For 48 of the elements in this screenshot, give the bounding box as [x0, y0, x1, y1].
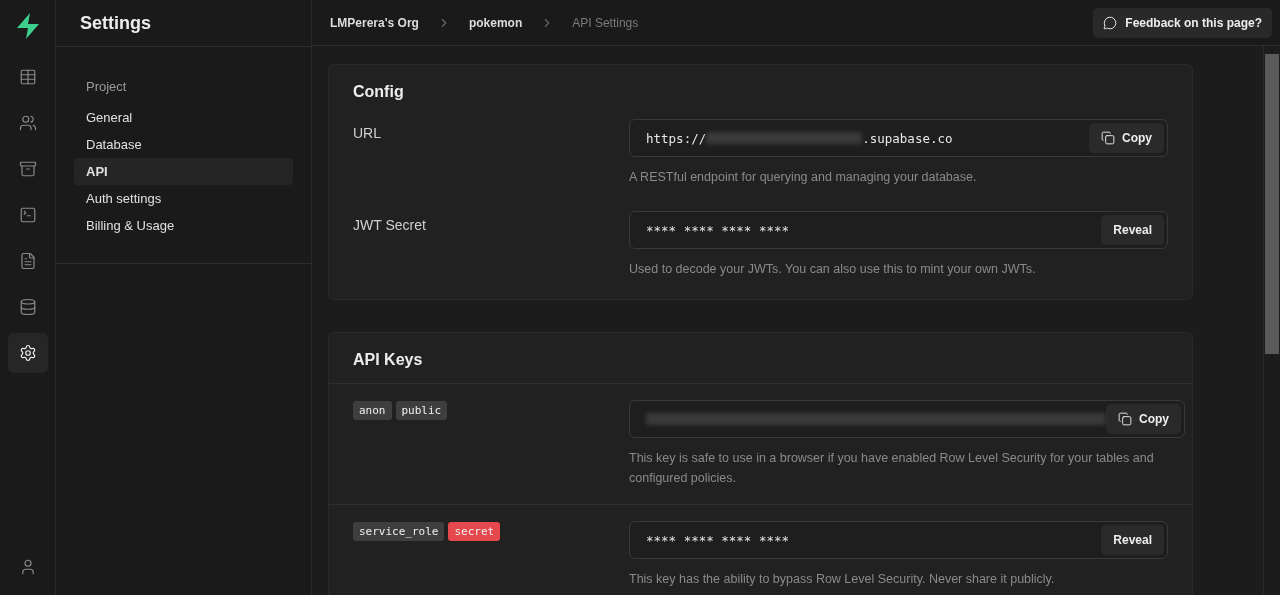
- sidebar-item[interactable]: API: [74, 158, 293, 185]
- table-icon: [18, 68, 37, 86]
- field-label: URL: [353, 124, 382, 143]
- copy-button[interactable]: Copy: [1106, 404, 1181, 434]
- feedback-button[interactable]: Feedback on this page?: [1093, 7, 1272, 38]
- sidebar-item[interactable]: Auth settings: [74, 185, 293, 212]
- reveal-button[interactable]: Reveal: [1101, 525, 1164, 555]
- help-text: This key has the ability to bypass Row Level Security. Never share it publicly.: [629, 571, 1056, 588]
- breadcrumb-link[interactable]: API Settings: [572, 15, 639, 30]
- breadcrumb-link[interactable]: pokemon: [468, 15, 523, 30]
- url-suffix: .supabase.co: [862, 130, 953, 146]
- url-prefix: https://: [646, 130, 707, 146]
- sidebar-item[interactable]: General: [74, 104, 293, 131]
- chat-bubble-icon: [1103, 15, 1118, 30]
- help-text: A RESTful endpoint for querying and managing your database.: [629, 169, 978, 186]
- field-label: JWT Secret: [353, 216, 427, 235]
- terminal-icon: [18, 206, 37, 224]
- users-icon: [18, 114, 37, 132]
- masked-secret: **** **** **** ****: [646, 532, 789, 548]
- nav-button[interactable]: [7, 333, 48, 373]
- sidebar-item[interactable]: Billing & Usage: [74, 212, 293, 239]
- database-icon: [18, 298, 37, 316]
- copy-icon: [1118, 412, 1132, 426]
- help-text: Used to decode your JWTs. You can also use this to mint your own JWTs.: [629, 261, 1037, 278]
- sidebar-item[interactable]: Database: [74, 131, 293, 158]
- settings-icon: [18, 344, 37, 362]
- key-field[interactable]: Copy: [629, 400, 1185, 438]
- card-title: API Keys: [353, 351, 424, 369]
- help-text: This key is safe to use in a browser if you have enabled Row Level Security for your tables and configured policies.: [629, 450, 1155, 487]
- document-icon: [18, 252, 37, 270]
- key-field[interactable]: **** **** **** **** Reveal: [629, 521, 1168, 559]
- scrollbar-thumb[interactable]: [1265, 54, 1279, 354]
- key-tag: anon: [353, 401, 392, 420]
- masked-secret: **** **** **** ****: [646, 222, 789, 238]
- key-tag: public: [395, 401, 448, 420]
- copy-icon: [1101, 131, 1115, 145]
- reveal-button[interactable]: Reveal: [1101, 215, 1164, 245]
- key-field[interactable]: **** **** **** **** Reveal: [629, 211, 1168, 249]
- logo-icon[interactable]: [14, 12, 41, 40]
- card-title: Config: [353, 83, 405, 101]
- sidebar-title: Settings: [80, 12, 151, 34]
- breadcrumb-link[interactable]: LMPerera's Org: [330, 15, 419, 30]
- section-heading: Project: [85, 79, 128, 94]
- key-field[interactable]: https:// .supabase.co Copy: [629, 119, 1168, 157]
- key-tag: service_role: [353, 522, 445, 541]
- archive-icon: [18, 160, 37, 178]
- key-tag: secret: [448, 522, 501, 541]
- copy-button[interactable]: Copy: [1089, 123, 1164, 153]
